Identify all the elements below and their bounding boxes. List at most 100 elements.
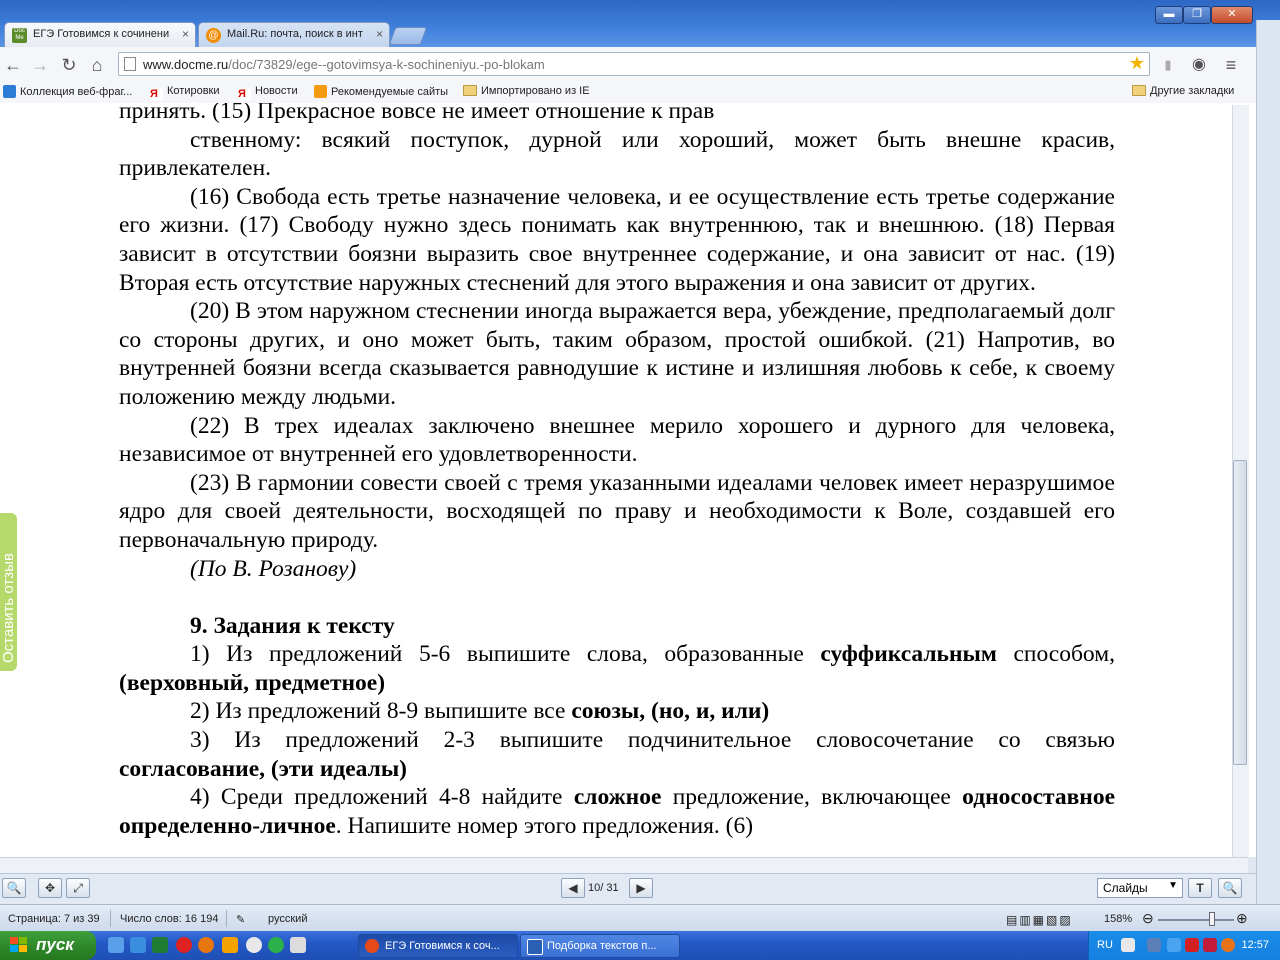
new-tab-button[interactable] — [388, 27, 428, 45]
minimize-button[interactable]: ▬ — [1155, 6, 1183, 24]
zoom-slider[interactable] — [1158, 919, 1234, 921]
search-icon[interactable]: 🔍 — [1218, 878, 1242, 898]
section-heading: 9. Задания к тексту — [119, 612, 1115, 641]
task-text: 4) Среди предложений 4-8 найдите — [190, 784, 574, 811]
horizontal-scrollbar[interactable] — [0, 857, 1248, 874]
paragraph: (20) В этом наружном стеснении иногда вы… — [119, 298, 1115, 410]
media-icon[interactable] — [246, 937, 262, 953]
paragraph: (16) Свобода есть третье назначение чело… — [119, 183, 1115, 296]
tab-label: ЕГЭ Готовимся к сочинени — [33, 28, 170, 40]
tab-docme[interactable]: Doc Me ЕГЭ Готовимся к сочинени × — [4, 22, 196, 47]
maximize-button[interactable]: ❐ — [1183, 6, 1211, 24]
word-icon — [527, 939, 543, 955]
next-page-button[interactable]: ▶ — [629, 878, 653, 898]
address-bar[interactable]: www.docme.ru/doc/73829/ege--gotovimsya-k… — [118, 52, 1150, 76]
task-bold: согласование, (эти идеалы) — [119, 755, 408, 782]
page-total: / 31 — [600, 882, 619, 894]
start-label: пуск — [36, 935, 74, 954]
task-2: 2) Из предложений 8-9 выпишите все союзы… — [119, 697, 1115, 726]
page-number: 10 — [588, 882, 601, 894]
excel-icon[interactable] — [152, 937, 168, 953]
bookmark-label: Рекомендуемые сайты — [331, 86, 449, 98]
taskbar-item-chrome[interactable]: ЕГЭ Готовимся к соч... — [358, 934, 518, 958]
divider — [226, 910, 227, 927]
language-status: русский — [268, 913, 308, 925]
bookmark-label: Импортировано из IE — [481, 85, 590, 97]
address-domain: www.docme.ru — [143, 57, 229, 72]
view-mode-select[interactable]: Слайды ▼ — [1097, 878, 1183, 898]
tray-icon[interactable] — [1221, 938, 1235, 952]
author-line: (По В. Розанову) — [119, 555, 1115, 584]
browser-tabstrip: Doc Me ЕГЭ Готовимся к сочинени × @ Mail.… — [0, 0, 1280, 47]
prev-page-button[interactable]: ◀ — [561, 878, 585, 898]
browser-toolbar: ← → ↻ ⌂ www.docme.ru/doc/73829/ege--goto… — [0, 47, 1280, 83]
calculator-icon[interactable] — [290, 937, 306, 953]
antivirus-icon[interactable] — [1185, 938, 1199, 952]
feedback-label: Оставить отзыв — [0, 553, 17, 663]
bookmark-item[interactable]: Рекомендуемые сайты — [314, 85, 448, 98]
chrome-icon[interactable] — [268, 937, 284, 953]
zoom-slider-knob[interactable] — [1209, 912, 1215, 926]
task-text: предложение, включающее — [661, 784, 963, 811]
forward-button[interactable]: → — [29, 54, 51, 76]
other-bookmarks-folder[interactable]: Другие закладки — [1132, 85, 1234, 97]
task-bold: (верховный, предметное) — [119, 669, 386, 696]
scrollbar-thumb[interactable] — [1233, 460, 1247, 765]
close-tab-icon[interactable]: × — [182, 27, 189, 41]
view-buttons[interactable]: ▤▥▦▧▨ — [1006, 913, 1073, 927]
zoom-in-icon[interactable]: ⊕ — [1236, 910, 1248, 927]
back-button[interactable]: ← — [2, 54, 24, 76]
home-icon[interactable]: ⌂ — [86, 54, 108, 76]
text-tool-icon[interactable]: T — [1188, 878, 1212, 898]
bookmark-item[interactable]: Я Новости — [238, 85, 298, 101]
close-window-button[interactable]: ✕ — [1211, 6, 1253, 24]
spellcheck-icon[interactable]: ✎ — [236, 913, 245, 926]
task-text: 3) Из предложений 2-3 выпишите подчините… — [190, 727, 1115, 754]
help-icon[interactable] — [1121, 938, 1135, 952]
document-viewer[interactable]: принять. (15) Прекрасное вовсе не имеет … — [0, 103, 1280, 857]
taskbar-item-word[interactable]: Подборка текстов п... — [520, 934, 680, 958]
bookmark-star-icon[interactable]: ★ — [1129, 53, 1145, 74]
extension-icon[interactable]: ◉ — [1188, 54, 1210, 76]
zoom-out-icon[interactable]: ⊖ — [1142, 910, 1154, 927]
paragraph: ственному: всякий поступок, дурной или х… — [119, 126, 1115, 182]
ie-icon[interactable] — [130, 937, 146, 953]
task-bold: сложное — [573, 784, 662, 811]
reader-toolbar: 🔍 ✥ ⤢ ◀ 10/ 31 ▶ Слайды ▼ T 🔍 — [0, 873, 1256, 904]
quicklaunch-icon[interactable] — [108, 937, 124, 953]
tray-icon[interactable] — [1147, 938, 1161, 952]
tab-label: Mail.Ru: почта, поиск в инт — [227, 28, 363, 40]
task-bold: суффиксальным — [820, 641, 997, 668]
bookmark-label: Другие закладки — [1150, 85, 1235, 97]
view-mode-value: Слайды — [1103, 881, 1148, 895]
clock: 12:57 — [1241, 939, 1269, 951]
page-status: Страница: 7 из 39 — [8, 913, 100, 925]
pan-icon[interactable]: ✥ — [38, 878, 62, 898]
bookmark-label: Котировки — [167, 85, 220, 97]
bookmark-item[interactable]: Коллекция веб-фраг... — [3, 85, 132, 98]
firefox-icon[interactable] — [198, 937, 214, 953]
paragraph: принять. (15) Прекрасное вовсе не имеет … — [119, 103, 715, 124]
language-indicator[interactable]: RU — [1097, 939, 1113, 951]
opera-icon[interactable] — [176, 937, 192, 953]
fullscreen-icon[interactable]: ⤢ — [66, 878, 90, 898]
tab-mailru[interactable]: @ Mail.Ru: почта, поиск в инт × — [198, 22, 390, 47]
task-text: 1) Из предложений 5-6 выпишите слова, об… — [190, 641, 821, 668]
start-button[interactable]: пуск — [0, 931, 96, 960]
zoom-icon[interactable]: 🔍 — [2, 878, 26, 898]
menu-icon[interactable]: ≡ — [1220, 54, 1242, 76]
reload-button[interactable]: ↻ — [58, 54, 80, 76]
feedback-tab[interactable]: Оставить отзыв — [0, 513, 17, 671]
bookmark-item[interactable]: Я Котировки — [150, 85, 220, 101]
quicklaunch-icon[interactable] — [222, 937, 238, 953]
bookmarks-bar: Коллекция веб-фраг... Я Котировки Я Новост… — [0, 82, 1280, 104]
bookmark-folder[interactable]: Импортировано из IE — [463, 85, 590, 97]
close-tab-icon[interactable]: × — [376, 27, 383, 41]
signal-icon[interactable]: ▮ — [1157, 54, 1179, 76]
tray-icon[interactable] — [1203, 938, 1217, 952]
paragraph: (22) В трех идеалах заключено внешнее ме… — [119, 412, 1115, 468]
side-panel — [1256, 20, 1280, 910]
tray-icon[interactable] — [1167, 938, 1181, 952]
task-label: Подборка текстов п... — [547, 940, 657, 952]
